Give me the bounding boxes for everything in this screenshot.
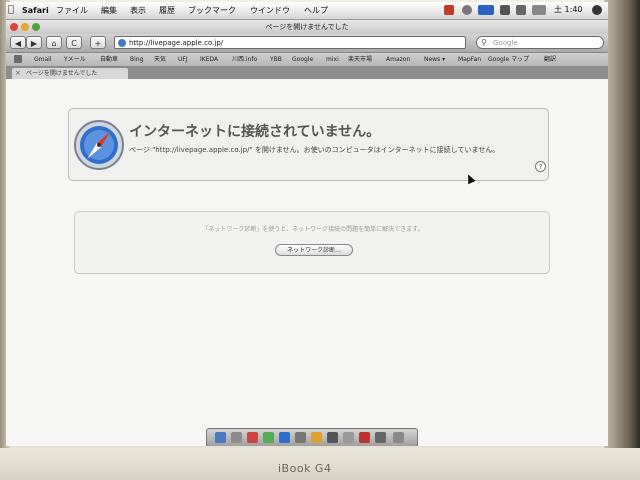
close-window-icon[interactable] — [10, 23, 18, 31]
error-description: ページ "http://livepage.apple.co.jp/" を開けませ… — [129, 146, 500, 154]
menubar-clock[interactable]: 土 1:40 — [554, 4, 583, 16]
menu-bookmarks[interactable]: ブックマーク — [188, 5, 236, 16]
bookmark-item[interactable]: YBB — [270, 53, 282, 66]
safari-compass-icon — [74, 120, 124, 170]
search-placeholder: Google — [493, 39, 518, 47]
dock — [206, 428, 418, 446]
dock-finder-icon[interactable] — [215, 432, 226, 443]
minimize-window-icon[interactable] — [21, 23, 29, 31]
bookmark-item[interactable]: 天気 — [154, 53, 166, 66]
spotlight-icon[interactable] — [592, 5, 602, 15]
brand-label: iBook G4 — [278, 462, 332, 475]
dock-app-icon[interactable] — [375, 432, 386, 443]
page-content: インターネットに接続されていません。 ページ "http://livepage.… — [6, 79, 608, 446]
site-favicon-icon — [118, 39, 126, 47]
diagnostics-panel: 「ネットワーク診断」を使うと、ネットワーク接続の問題を簡単に解決できます。 ネッ… — [74, 211, 550, 274]
bookmark-item[interactable]: 楽天市場 — [348, 53, 372, 66]
bookmark-item[interactable]: 自動車 — [100, 53, 118, 66]
menu-history[interactable]: 履歴 — [159, 5, 175, 16]
bookmark-item[interactable]: MapFan — [458, 53, 481, 66]
close-tab-icon[interactable]: × — [15, 68, 21, 79]
bookmark-item[interactable]: IKEDA — [200, 53, 218, 66]
bookmark-item[interactable]: Bing — [130, 53, 143, 66]
error-heading: インターネットに接続されていません。 — [129, 124, 381, 140]
dock-trash-icon[interactable] — [393, 432, 404, 443]
title-bar: ページを開けませんでした — [6, 20, 608, 34]
bookmarks-bar: Gmail Yメール 自動車 Bing 天気 UFJ IKEDA 川西.info… — [6, 53, 608, 67]
menu-help[interactable]: ヘルプ — [304, 5, 328, 16]
volume-icon[interactable] — [516, 5, 526, 15]
tab-bar: × ページを開けませんでした — [6, 67, 608, 79]
bookmark-item[interactable]: 川西.info — [232, 53, 257, 66]
reload-button[interactable]: C — [66, 36, 82, 49]
bookmark-item[interactable]: Google — [292, 53, 313, 66]
dock-app-icon[interactable] — [263, 432, 274, 443]
dock-app-icon[interactable] — [311, 432, 322, 443]
flag-icon[interactable] — [444, 5, 454, 15]
window-title: ページを開けませんでした — [265, 23, 349, 31]
menu-edit[interactable]: 編集 — [101, 5, 117, 16]
input-menu-icon[interactable] — [478, 5, 494, 15]
bookmark-item[interactable]: Google マップ — [488, 53, 529, 66]
dock-app-icon[interactable] — [359, 432, 370, 443]
bluetooth-icon[interactable] — [500, 5, 510, 15]
menu-bar:  Safari ファイル 編集 表示 履歴 ブックマーク ウインドウ ヘルプ … — [6, 2, 608, 20]
menu-window[interactable]: ウインドウ — [250, 5, 290, 16]
address-bar[interactable]: http://livepage.apple.co.jp/ — [114, 36, 466, 49]
tab-label: ページを開けませんでした — [26, 70, 98, 77]
diagnostics-text: 「ネットワーク診断」を使うと、ネットワーク接続の問題を簡単に解決できます。 — [202, 226, 424, 233]
toolbar: ◀ ▶ ⌂ C + http://livepage.apple.co.jp/ ⚲… — [6, 34, 608, 53]
error-panel: インターネットに接続されていません。 ページ "http://livepage.… — [68, 108, 549, 181]
bezel-right-edge — [604, 0, 640, 480]
bookmark-item[interactable]: UFJ — [178, 53, 188, 66]
apple-menu-icon[interactable]:  — [8, 4, 18, 16]
sync-icon[interactable] — [462, 5, 472, 15]
bookmarks-book-icon[interactable] — [14, 55, 22, 63]
battery-icon[interactable] — [532, 5, 546, 15]
zoom-window-icon[interactable] — [32, 23, 40, 31]
search-field[interactable]: ⚲ Google — [476, 36, 604, 49]
home-button[interactable]: ⌂ — [46, 36, 62, 49]
dock-app-icon[interactable] — [343, 432, 354, 443]
tab-current[interactable]: × ページを開けませんでした — [12, 68, 128, 79]
address-url[interactable]: http://livepage.apple.co.jp/ — [129, 37, 223, 49]
dock-safari-icon[interactable] — [279, 432, 290, 443]
bookmark-item[interactable]: Yメール — [64, 53, 86, 66]
menu-app-name[interactable]: Safari — [22, 5, 49, 16]
search-icon: ⚲ — [481, 38, 487, 47]
dock-app-icon[interactable] — [247, 432, 258, 443]
bookmark-item[interactable]: Gmail — [34, 53, 52, 66]
forward-button[interactable]: ▶ — [26, 36, 42, 49]
dock-app-icon[interactable] — [231, 432, 242, 443]
bookmark-item[interactable]: mixi — [326, 53, 339, 66]
help-button[interactable]: ? — [535, 161, 546, 172]
bookmark-item[interactable]: News ▾ — [424, 53, 445, 66]
dock-app-icon[interactable] — [295, 432, 306, 443]
menu-view[interactable]: 表示 — [130, 5, 146, 16]
menu-file[interactable]: ファイル — [56, 5, 88, 16]
screen:  Safari ファイル 編集 表示 履歴 ブックマーク ウインドウ ヘルプ … — [6, 2, 608, 446]
bookmark-item[interactable]: 翻訳 — [544, 53, 556, 66]
add-bookmark-button[interactable]: + — [90, 36, 106, 49]
browser-window: ページを開けませんでした ◀ ▶ ⌂ C + http://livepage.a… — [6, 20, 608, 446]
dock-app-icon[interactable] — [327, 432, 338, 443]
bookmark-item[interactable]: Amazon — [386, 53, 410, 66]
back-button[interactable]: ◀ — [10, 36, 26, 49]
network-diagnostics-button[interactable]: ネットワーク診断... — [275, 244, 353, 256]
